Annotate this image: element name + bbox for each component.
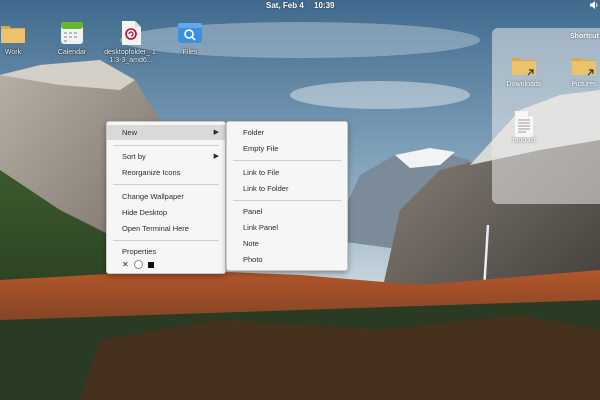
menu-item-label: New <box>122 128 138 137</box>
shortcuts-panel[interactable]: Shortcut Downloads Pictures todo.txt <box>492 28 600 204</box>
menu-item-label: Link to Folder <box>243 184 289 193</box>
desktop-icon-work[interactable]: Work <box>0 20 42 57</box>
files-app-icon <box>177 20 203 46</box>
debian-package-icon <box>118 20 144 46</box>
desktop-icon-label: Work <box>4 49 22 56</box>
desktop-icon-label: Calendar <box>57 49 87 56</box>
clock-label[interactable]: 10:39 <box>314 1 334 10</box>
top-panel: Sat, Feb 4 10:39 <box>0 0 600 12</box>
desktop-icon-files[interactable]: Files <box>161 20 219 57</box>
folder-link-icon <box>511 54 537 78</box>
text-file-icon <box>511 110 537 137</box>
shortcut-label: Pictures <box>571 81 597 88</box>
shortcuts-panel-title: Shortcut <box>570 33 599 40</box>
menu-item-change-wallpaper[interactable]: Change Wallpaper <box>107 189 225 204</box>
properties-icon-row: ✕ <box>122 260 157 270</box>
square-icon[interactable] <box>148 261 155 268</box>
speaker-icon[interactable] <box>589 0 599 12</box>
submenu-arrow-icon: ▶ <box>213 129 219 136</box>
menu-item-reorganize-icons[interactable]: Reorganize Icons <box>107 165 225 180</box>
menu-item-hide-desktop[interactable]: Hide Desktop <box>107 205 225 220</box>
shortcut-downloads[interactable]: Downloads <box>496 54 552 89</box>
submenu-item-link-to-folder[interactable]: Link to Folder <box>227 181 347 196</box>
submenu-item-note[interactable]: Note <box>227 236 347 251</box>
menu-item-open-terminal[interactable]: Open Terminal Here <box>107 221 225 236</box>
menu-item-properties[interactable]: Properties <box>107 244 225 259</box>
desktop-context-menu: New ▶ Sort by ▶ Reorganize Icons Change … <box>106 121 226 274</box>
desktop-icon-label: Files <box>182 49 198 56</box>
folder-link-icon <box>571 54 597 78</box>
submenu-item-folder[interactable]: Folder <box>227 125 347 140</box>
menu-item-label: Hide Desktop <box>122 208 168 217</box>
menu-item-label: Reorganize Icons <box>122 168 181 177</box>
submenu-item-link-panel[interactable]: Link Panel <box>227 220 347 235</box>
menu-item-label: Sort by <box>122 152 146 161</box>
x-icon[interactable]: ✕ <box>122 260 129 269</box>
menu-item-label: Link to File <box>243 168 280 177</box>
submenu-item-panel[interactable]: Panel <box>227 204 347 219</box>
menu-separator <box>113 145 219 146</box>
menu-separator <box>113 184 219 185</box>
menu-separator <box>113 240 219 241</box>
menu-item-label: Folder <box>243 128 265 137</box>
menu-separator <box>233 200 341 201</box>
desktop-icon-calendar[interactable]: Calendar <box>43 20 101 57</box>
menu-item-label: Change Wallpaper <box>122 192 184 201</box>
shortcut-label: todo.txt <box>512 137 536 144</box>
submenu-item-photo[interactable]: Photo <box>227 252 347 267</box>
shortcut-todo[interactable]: todo.txt <box>496 110 552 145</box>
menu-item-new[interactable]: New ▶ <box>107 125 225 140</box>
submenu-arrow-icon: ▶ <box>213 153 219 160</box>
date-label[interactable]: Sat, Feb 4 <box>266 1 304 10</box>
desktop-icon-label: desktopfolder_ 1.1.3-3_amd6... <box>104 49 158 64</box>
circle-icon[interactable] <box>133 260 143 270</box>
menu-item-label: Link Panel <box>243 223 279 232</box>
calendar-icon <box>59 20 85 46</box>
shortcut-pictures[interactable]: Pictures <box>556 54 600 89</box>
folder-icon <box>0 20 26 46</box>
menu-item-sort-by[interactable]: Sort by ▶ <box>107 149 225 164</box>
menu-item-label: Open Terminal Here <box>122 224 189 233</box>
new-submenu: Folder Empty File Link to File Link to F… <box>226 121 348 271</box>
menu-item-label: Empty File <box>243 144 279 153</box>
submenu-item-link-to-file[interactable]: Link to File <box>227 165 347 180</box>
menu-item-label: Panel <box>243 207 263 216</box>
submenu-item-empty-file[interactable]: Empty File <box>227 141 347 156</box>
menu-item-label: Properties <box>122 247 157 256</box>
menu-separator <box>233 160 341 161</box>
menu-item-label: Photo <box>243 255 263 264</box>
desktop-icon-deb-package[interactable]: desktopfolder_ 1.1.3-3_amd6... <box>102 20 160 65</box>
shortcut-label: Downloads <box>506 81 542 88</box>
menu-item-label: Note <box>243 239 259 248</box>
